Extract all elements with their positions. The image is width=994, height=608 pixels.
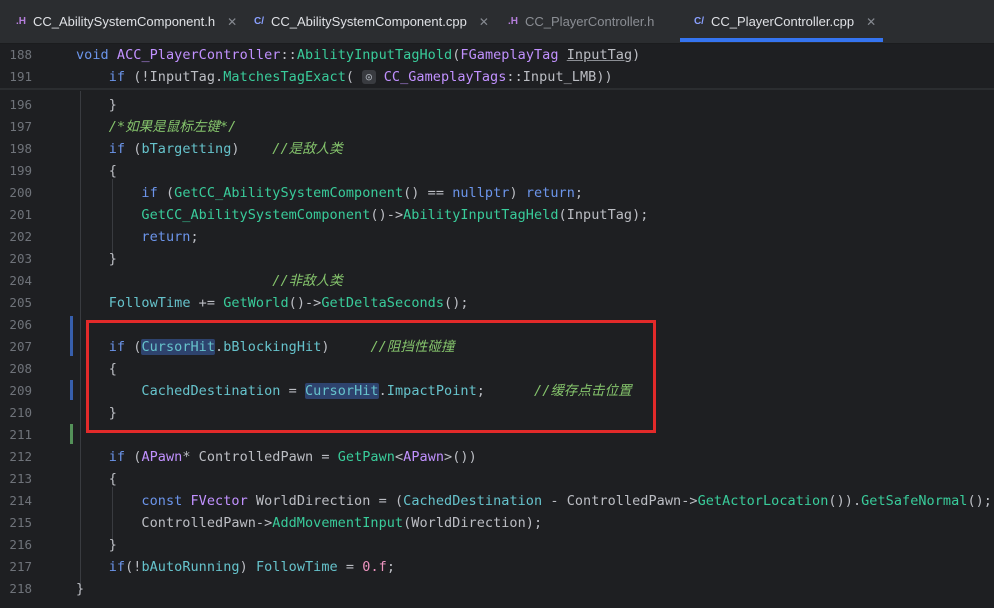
code-line: 204 //非敌人类 [0,270,994,292]
code-text: if (GetCC_AbilitySystemComponent() == nu… [141,185,584,201]
tab-cc-player-controller-cpp[interactable]: C/ CC_PlayerController.cpp ✕ [694,0,876,43]
line-number: 208 [9,361,32,376]
line-number: 218 [9,581,32,596]
line-number: 213 [9,471,32,486]
code-text: /*如果是鼠标左键*/ [76,116,237,138]
code-text: const FVector WorldDirection = (CachedDe… [141,493,992,509]
code-line: 198 if (bTargetting) //是敌人类 [0,138,994,160]
inlay-hint-icon: ⊙ [362,70,376,84]
code-text: } [76,97,117,113]
code-text: if (!InputTag.MatchesTagExact( ⊙ CC_Game… [108,69,613,85]
code-line: 188 void ACC_PlayerController::AbilityIn… [0,44,994,66]
code-line: 218 } [0,578,994,600]
code-text: if (bTargetting) //是敌人类 [108,141,343,157]
line-number: 202 [9,229,32,244]
close-icon[interactable]: ✕ [866,15,876,29]
tab-cc-ability-system-component-h[interactable]: .H CC_AbilitySystemComponent.h ✕ [16,0,237,43]
line-number: 203 [9,251,32,266]
line-number: 209 [9,383,32,398]
tab-label: CC_AbilitySystemComponent.h [33,14,216,29]
line-number: 212 [9,449,32,464]
line-number: 207 [9,339,32,354]
comment: //是敌人类 [272,141,343,157]
cpp-file-icon: C/ [254,16,264,27]
code-text: void ACC_PlayerController::AbilityInputT… [76,47,641,63]
code-line: 214 const FVector WorldDirection = (Cach… [0,490,994,512]
active-tab-indicator [680,38,883,42]
line-number: 204 [9,273,32,288]
code-text: if (APawn* ControlledPawn = GetPawn<APaw… [108,449,477,465]
line-number: 210 [9,405,32,420]
code-line: 212 if (APawn* ControlledPawn = GetPawn<… [0,446,994,468]
code-line: 215 ControlledPawn->AddMovementInput(Wor… [0,512,994,534]
code-text: //非敌人类 [76,270,343,292]
line-number: 217 [9,559,32,574]
line-number: 201 [9,207,32,222]
line-number: 197 [9,119,32,134]
header-file-icon: .H [508,16,518,27]
line-number: 215 [9,515,32,530]
code-line: 200 if (GetCC_AbilitySystemComponent() =… [0,182,994,204]
code-line: 199 { [0,160,994,182]
code-line: 196 } [0,94,994,116]
code-text: } [76,537,117,553]
tab-label: CC_AbilitySystemComponent.cpp [271,14,467,29]
code-text: if(!bAutoRunning) FollowTime = 0.f; [108,559,395,575]
sticky-scroll-divider [0,88,994,90]
line-number: 196 [9,97,32,112]
comment: /*如果是鼠标左键*/ [108,119,237,135]
line-number: 200 [9,185,32,200]
code-line: 197 /*如果是鼠标左键*/ [0,116,994,138]
comment: //非敌人类 [272,273,343,289]
line-number: 191 [9,69,32,84]
code-text: GetCC_AbilitySystemComponent()->AbilityI… [141,207,649,223]
code-text: ControlledPawn->AddMovementInput(WorldDi… [76,515,543,531]
code-text: } [76,581,85,597]
line-number: 211 [9,427,32,442]
line-number: 188 [9,47,32,62]
editor-tab-bar: .H CC_AbilitySystemComponent.h ✕ C/ CC_A… [0,0,994,44]
cpp-file-icon: C/ [694,16,704,27]
line-number: 199 [9,163,32,178]
code-line: 202 return; [0,226,994,248]
close-icon[interactable]: ✕ [479,15,489,29]
line-number: 216 [9,537,32,552]
tab-label: CC_PlayerController.cpp [711,14,855,29]
code-line: 216 } [0,534,994,556]
code-text: { [76,471,117,487]
code-line: 191 if (!InputTag.MatchesTagExact( ⊙ CC_… [0,66,994,88]
code-text: return; [141,229,199,245]
code-line: 213 { [0,468,994,490]
code-line: 203 } [0,248,994,270]
highlight-annotation-box [86,320,656,433]
code-text: } [76,251,117,267]
code-text: FollowTime += GetWorld()->GetDeltaSecond… [108,295,469,311]
code-line: 201 GetCC_AbilitySystemComponent()->Abil… [0,204,994,226]
code-line: 217 if(!bAutoRunning) FollowTime = 0.f; [0,556,994,578]
code-line: 205 FollowTime += GetWorld()->GetDeltaSe… [0,292,994,314]
tab-cc-player-controller-h[interactable]: .H CC_PlayerController.h [508,0,654,43]
tab-label: CC_PlayerController.h [525,14,655,29]
code-text: { [76,163,117,179]
line-number: 206 [9,317,32,332]
line-number: 198 [9,141,32,156]
tab-cc-ability-system-component-cpp[interactable]: C/ CC_AbilitySystemComponent.cpp ✕ [254,0,489,43]
line-number: 205 [9,295,32,310]
header-file-icon: .H [16,16,26,27]
line-number: 214 [9,493,32,508]
close-icon[interactable]: ✕ [227,15,237,29]
